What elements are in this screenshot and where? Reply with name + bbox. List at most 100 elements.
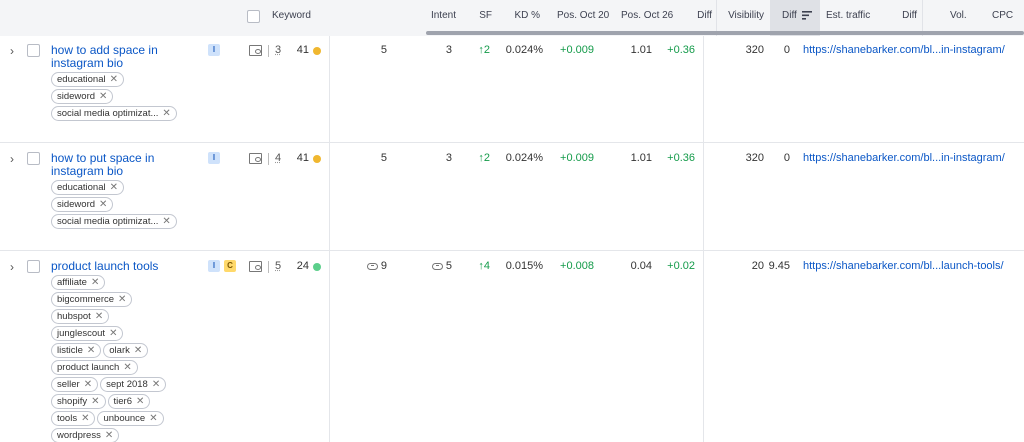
ranking-url-link[interactable]: https://shanebarker.com/bl...launch-tool…: [803, 260, 1004, 272]
header-keyword[interactable]: Keyword: [272, 0, 311, 36]
tag-label: product launch: [57, 362, 120, 373]
serp-preview-icon[interactable]: [249, 261, 262, 272]
sf-count-with-link: 5: [412, 260, 452, 272]
visibility-diff: 9.45: [768, 260, 790, 272]
tag: shopify ✕: [51, 394, 106, 409]
divider: [268, 45, 269, 57]
tag: sideword ✕: [51, 197, 114, 212]
table-row: › product launch tools affiliate ✕ bigcom…: [0, 251, 1024, 442]
remove-tag-icon[interactable]: ✕: [110, 74, 118, 85]
position-link[interactable]: 5: [275, 260, 281, 272]
kd-percent: 0.024%: [505, 152, 543, 164]
remove-tag-icon[interactable]: ✕: [152, 379, 160, 390]
table-header: Keyword Intent SF KD % Pos. Oct 20 Pos. …: [0, 0, 1024, 36]
ranking-url-link[interactable]: https://shanebarker.com/bl...in-instagra…: [803, 152, 1005, 164]
tag-label: tier6: [113, 396, 132, 407]
remove-tag-icon[interactable]: ✕: [118, 294, 126, 305]
position-link[interactable]: 3: [275, 44, 281, 56]
expand-chevron-icon[interactable]: ›: [10, 45, 20, 57]
visibility-value: 320: [745, 44, 764, 56]
intent-badge-commercial: C: [224, 260, 236, 272]
row-checkbox[interactable]: [27, 44, 40, 57]
serp-preview-icon[interactable]: [249, 45, 262, 56]
kd-value: 41: [296, 152, 309, 164]
intent-badge-informational: I: [208, 152, 220, 164]
kd-difficulty-dot: [313, 263, 321, 271]
kd-percent: 0.024%: [505, 44, 543, 56]
column-divider: [329, 36, 330, 143]
tag-label: olark: [109, 345, 130, 356]
tag-list: affiliate ✕ bigcommerce ✕ hubspot ✕ jungles…: [51, 275, 196, 442]
link-icon: [366, 262, 378, 270]
remove-tag-icon[interactable]: ✕: [134, 345, 142, 356]
sf-diff: ↑2: [478, 44, 490, 56]
ranking-url-link[interactable]: https://shanebarker.com/bl...in-instagra…: [803, 44, 1005, 56]
intent-count: 5: [380, 152, 387, 164]
remove-tag-icon[interactable]: ✕: [110, 182, 118, 193]
column-divider: [703, 251, 704, 442]
sf-diff: ↑2: [478, 152, 490, 164]
position-diff: +0.02: [667, 260, 695, 272]
column-divider: [703, 36, 704, 143]
tag-label: tools: [57, 413, 78, 424]
visibility-diff: 0: [783, 152, 790, 164]
keyword-link[interactable]: how to put space in instagram bio: [51, 152, 171, 178]
table-row: › how to put space in instagram bio educ…: [0, 143, 1024, 251]
remove-tag-icon[interactable]: ✕: [99, 91, 107, 102]
remove-tag-icon[interactable]: ✕: [105, 430, 113, 441]
tag: educational ✕: [51, 72, 124, 87]
tag: seller ✕: [51, 377, 99, 392]
tag: hubspot ✕: [51, 309, 110, 324]
sort-descending-icon: [801, 10, 812, 20]
kd-value: 24: [296, 260, 309, 272]
tag: listicle ✕: [51, 343, 102, 358]
row-checkbox[interactable]: [27, 260, 40, 273]
visibility-value: 20: [751, 260, 764, 272]
tag-label: wordpress: [57, 430, 101, 441]
remove-tag-icon[interactable]: ✕: [95, 311, 103, 322]
remove-tag-icon[interactable]: ✕: [81, 413, 89, 424]
divider: [268, 261, 269, 273]
position-oct26: 1.01: [630, 152, 652, 164]
tag-label: seller: [57, 379, 80, 390]
kd-value: 41: [296, 44, 309, 56]
tag-label: junglescout: [57, 328, 106, 339]
remove-tag-icon[interactable]: ✕: [91, 277, 99, 288]
horizontal-scrollbar[interactable]: [426, 31, 1024, 35]
remove-tag-icon[interactable]: ✕: [149, 413, 157, 424]
kd-difficulty-dot: [313, 155, 321, 163]
tag: bigcommerce ✕: [51, 292, 133, 307]
intent-badge-informational: I: [208, 260, 220, 272]
tag-label: educational: [57, 182, 106, 193]
visibility-diff: 0: [783, 44, 790, 56]
visibility-value: 320: [745, 152, 764, 164]
position-oct26: 1.01: [630, 44, 652, 56]
tag-list: educational ✕ sideword ✕ social media opti…: [51, 180, 201, 231]
remove-tag-icon[interactable]: ✕: [91, 396, 99, 407]
expand-chevron-icon[interactable]: ›: [10, 261, 20, 273]
remove-tag-icon[interactable]: ✕: [123, 362, 131, 373]
column-divider: [703, 143, 704, 251]
position-link[interactable]: 4: [275, 152, 281, 164]
position-diff: +0.36: [667, 152, 695, 164]
remove-tag-icon[interactable]: ✕: [87, 345, 95, 356]
remove-tag-icon[interactable]: ✕: [162, 108, 170, 119]
tag-label: social media optimizat...: [57, 216, 159, 227]
keyword-link[interactable]: how to add space in instagram bio: [51, 44, 171, 70]
intent-count: 9: [380, 260, 387, 272]
remove-tag-icon[interactable]: ✕: [109, 328, 117, 339]
expand-chevron-icon[interactable]: ›: [10, 153, 20, 165]
remove-tag-icon[interactable]: ✕: [99, 199, 107, 210]
divider: [268, 153, 269, 165]
select-all-checkbox[interactable]: [247, 10, 260, 23]
tag: junglescout ✕: [51, 326, 124, 341]
serp-preview-icon[interactable]: [249, 153, 262, 164]
row-checkbox[interactable]: [27, 152, 40, 165]
remove-tag-icon[interactable]: ✕: [162, 216, 170, 227]
tag: sept 2018 ✕: [100, 377, 167, 392]
header-diff-2-label: Diff: [782, 10, 797, 21]
remove-tag-icon[interactable]: ✕: [84, 379, 92, 390]
keyword-link[interactable]: product launch tools: [51, 260, 201, 273]
remove-tag-icon[interactable]: ✕: [136, 396, 144, 407]
position-diff: +0.36: [667, 44, 695, 56]
